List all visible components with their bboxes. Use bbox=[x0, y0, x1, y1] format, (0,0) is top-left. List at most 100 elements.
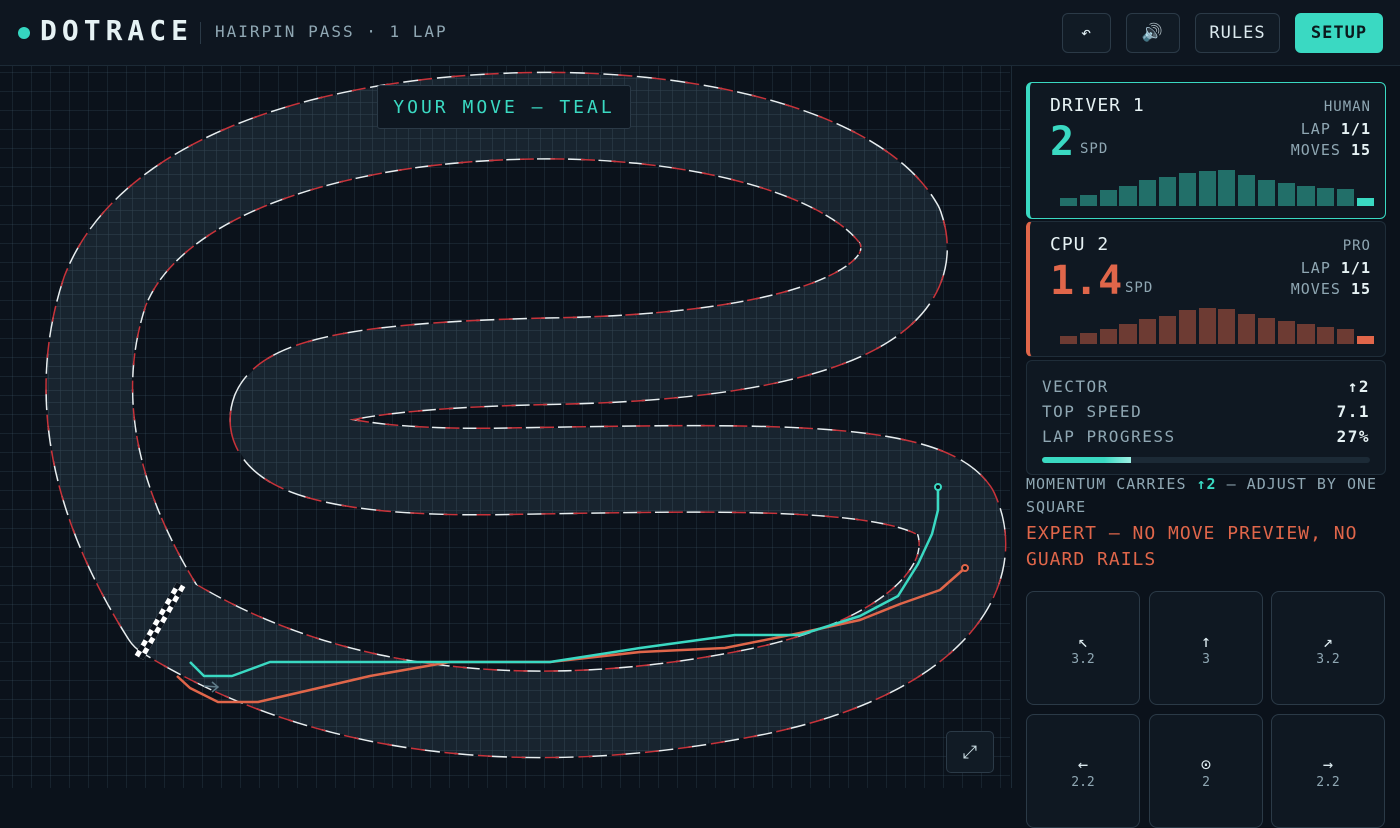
driver-1-car bbox=[934, 483, 942, 491]
lap-progress-fill bbox=[1042, 457, 1131, 463]
speed-history-bar bbox=[1218, 309, 1236, 344]
lap-progress-value: 27% bbox=[1336, 427, 1370, 446]
lap-value: 1/1 bbox=[1340, 259, 1371, 277]
move-speed: 3.2 bbox=[1316, 652, 1340, 667]
expand-button[interactable]: ⤢ bbox=[946, 731, 994, 773]
speed-history-bar bbox=[1277, 321, 1295, 344]
cpu-2-car bbox=[961, 564, 969, 572]
expert-mode-note: EXPERT — NO MOVE PREVIEW, NO GUARD RAILS bbox=[1026, 523, 1358, 570]
side-panel: DRIVER 1 HUMAN 2 SPD LAP 1/1 MOVES 15 CP… bbox=[1011, 66, 1400, 828]
speed-history-bar bbox=[1178, 173, 1196, 206]
player-name: DRIVER 1 bbox=[1050, 95, 1145, 116]
coast-icon: ⊙ bbox=[1200, 755, 1212, 775]
speed-history-bar bbox=[1060, 336, 1078, 344]
lap-label: LAP bbox=[1300, 120, 1331, 138]
vector-value: ↑2 bbox=[1347, 377, 1370, 396]
speed-history-bar bbox=[1238, 175, 1256, 206]
speed-history-bar bbox=[1317, 188, 1335, 206]
speed-history-bar bbox=[1238, 314, 1256, 344]
speed-history-bar bbox=[1297, 324, 1315, 344]
speed-history-bar bbox=[1139, 319, 1157, 344]
move-speed: 3.2 bbox=[1071, 652, 1095, 667]
speed-history-bar bbox=[1158, 177, 1177, 206]
arrow-up-right-icon: ↗ bbox=[1322, 632, 1334, 652]
arrow-up-left-icon: ↖ bbox=[1077, 632, 1089, 652]
header-divider bbox=[200, 22, 201, 44]
player-type: HUMAN bbox=[1323, 99, 1371, 115]
moves-label: MOVES bbox=[1290, 141, 1341, 159]
speed-history-bar bbox=[1119, 186, 1137, 206]
move-right-button[interactable]: → 2.2 bbox=[1271, 714, 1385, 828]
speed-history-bar bbox=[1218, 170, 1236, 206]
undo-button[interactable]: ↶ bbox=[1062, 13, 1111, 53]
move-up-right-button[interactable]: ↗ 3.2 bbox=[1271, 591, 1385, 705]
top-bar: DOTRACE HAIRPIN PASS · 1 LAP ↶ 🔊 RULES S… bbox=[0, 0, 1400, 66]
speed-unit: SPD bbox=[1125, 280, 1154, 296]
speed-history-bar bbox=[1198, 171, 1216, 206]
lap-value: 1/1 bbox=[1340, 120, 1371, 138]
speed-history-bar bbox=[1337, 329, 1355, 344]
speed-history-chart bbox=[1060, 304, 1374, 344]
rules-button[interactable]: RULES bbox=[1195, 13, 1280, 53]
stats-card: VECTOR ↑2 TOP SPEED 7.1 LAP PROGRESS 27% bbox=[1026, 360, 1386, 475]
moves-value: 15 bbox=[1350, 141, 1371, 159]
lap-progress-row: LAP PROGRESS 27% bbox=[1042, 427, 1370, 446]
speed-history-bar bbox=[1317, 327, 1335, 344]
race-board[interactable]: YOUR MOVE — TEAL ⤢ bbox=[0, 66, 1010, 788]
speed-history-bar bbox=[1099, 190, 1117, 206]
top-speed-label: TOP SPEED bbox=[1042, 402, 1143, 421]
move-up-left-button[interactable]: ↖ 3.2 bbox=[1026, 591, 1140, 705]
speed-history-bar bbox=[1099, 329, 1117, 344]
speed-history-bar bbox=[1178, 310, 1196, 344]
turn-banner: YOUR MOVE — TEAL bbox=[377, 85, 631, 129]
arrow-up-icon: ↑ bbox=[1200, 632, 1212, 652]
move-speed: 3 bbox=[1202, 652, 1210, 667]
speed-history-bar bbox=[1257, 318, 1276, 344]
vector-label: VECTOR bbox=[1042, 377, 1109, 396]
speed-history-bar bbox=[1337, 189, 1355, 206]
moves-label: MOVES bbox=[1290, 280, 1341, 298]
moves-stat: MOVES 15 bbox=[1291, 280, 1371, 298]
lap-stat: LAP 1/1 bbox=[1301, 259, 1371, 277]
arrow-right-icon: → bbox=[1322, 755, 1334, 775]
undo-icon: ↶ bbox=[1080, 23, 1093, 43]
speed-history-bar bbox=[1198, 308, 1216, 344]
lap-label: LAP bbox=[1300, 259, 1331, 277]
speed-history-bar bbox=[1079, 195, 1097, 206]
setup-button[interactable]: SETUP bbox=[1295, 13, 1383, 53]
player-name: CPU 2 bbox=[1050, 234, 1110, 255]
speed-unit: SPD bbox=[1080, 141, 1109, 157]
move-left-button[interactable]: ← 2.2 bbox=[1026, 714, 1140, 828]
lap-stat: LAP 1/1 bbox=[1301, 120, 1371, 138]
momentum-hint: MOMENTUM CARRIES ↑2 — ADJUST BY ONE SQUA… bbox=[1026, 473, 1386, 519]
player-type: PRO bbox=[1342, 238, 1371, 254]
sound-button[interactable]: 🔊 bbox=[1126, 13, 1180, 53]
speed-history-bar bbox=[1257, 180, 1276, 206]
speed-history-bar bbox=[1356, 198, 1374, 206]
moves-stat: MOVES 15 bbox=[1291, 141, 1371, 159]
speed-history-chart bbox=[1060, 166, 1374, 206]
app-logo: DOTRACE bbox=[40, 14, 194, 47]
hint-vector: ↑2 bbox=[1196, 475, 1217, 493]
speed-history-bar bbox=[1119, 324, 1137, 344]
vector-row: VECTOR ↑2 bbox=[1042, 377, 1370, 396]
arrow-left-icon: ← bbox=[1077, 755, 1089, 775]
speed-history-bar bbox=[1158, 316, 1177, 344]
track-svg bbox=[45, 71, 1007, 759]
moves-value: 15 bbox=[1350, 280, 1371, 298]
track-title: HAIRPIN PASS · 1 LAP bbox=[215, 22, 448, 41]
logo-dot-icon bbox=[18, 27, 30, 39]
speed-history-bar bbox=[1139, 180, 1157, 206]
speed-history-bar bbox=[1277, 183, 1295, 206]
speed-history-bar bbox=[1356, 336, 1374, 344]
lap-progress-bar bbox=[1042, 457, 1370, 463]
speaker-icon: 🔊 bbox=[1141, 23, 1165, 43]
player-card-driver-1: DRIVER 1 HUMAN 2 SPD LAP 1/1 MOVES 15 bbox=[1026, 82, 1386, 219]
move-up-button[interactable]: ↑ 3 bbox=[1149, 591, 1263, 705]
player-speed: 2 bbox=[1050, 119, 1075, 165]
expand-icon: ⤢ bbox=[962, 741, 978, 763]
hint-prefix: MOMENTUM CARRIES bbox=[1026, 475, 1197, 493]
move-coast-button[interactable]: ⊙ 2 bbox=[1149, 714, 1263, 828]
top-speed-row: TOP SPEED 7.1 bbox=[1042, 402, 1370, 421]
speed-history-bar bbox=[1060, 198, 1078, 206]
